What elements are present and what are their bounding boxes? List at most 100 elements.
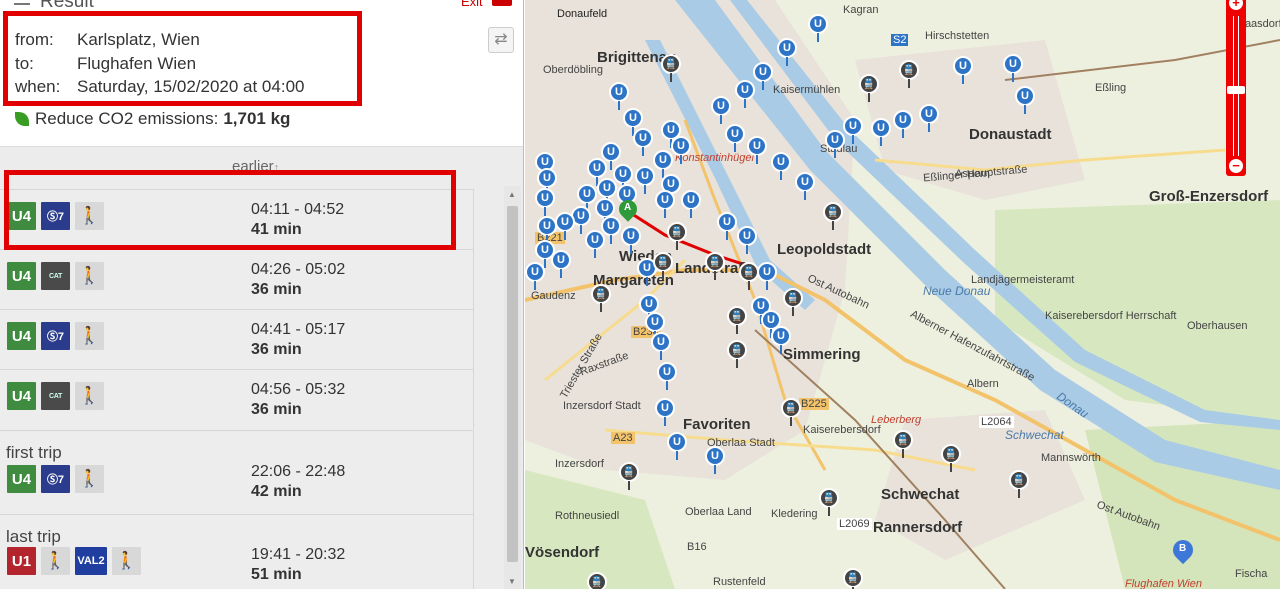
rail-stop-icon[interactable]: 🚆 [893, 430, 913, 458]
ubahn-stop-icon[interactable]: U [609, 82, 629, 110]
rail-stop-icon[interactable]: 🚆 [587, 572, 607, 589]
swap-direction-button[interactable]: ⇄ [488, 27, 514, 53]
ubahn-stop-icon[interactable]: U [555, 212, 575, 240]
zoom-out-button[interactable]: − [1229, 159, 1243, 173]
rail-stop-icon[interactable]: 🚆 [859, 74, 879, 102]
scroll-down-icon[interactable]: ▼ [508, 577, 516, 586]
ubahn-stop-icon[interactable]: U [747, 136, 767, 164]
rail-stop-icon[interactable]: 🚆 [823, 202, 843, 230]
trip-row[interactable]: U4 CAT 🚶 04:56 - 05:32 36 min [0, 369, 474, 429]
ubahn-stop-icon[interactable]: U [657, 362, 677, 390]
trip-duration: 36 min [251, 401, 302, 418]
ubahn-stop-icon[interactable]: U [711, 96, 731, 124]
earlier-button[interactable]: earlier↑ [232, 158, 279, 175]
trip-icons: U4 CAT 🚶 [7, 262, 104, 290]
walk-icon: 🚶 [41, 547, 70, 575]
ubahn-stop-icon[interactable]: U [535, 188, 555, 216]
rail-stop-icon[interactable]: 🚆 [819, 488, 839, 516]
rail-stop-icon[interactable]: 🚆 [727, 306, 747, 334]
trip-row[interactable]: U4 Ⓢ7 🚶 04:41 - 05:17 36 min [0, 309, 474, 369]
trip-icons: U1 🚶 VAL2 🚶 [7, 547, 141, 575]
last-trip-row[interactable]: last trip U1 🚶 VAL2 🚶 19:41 - 20:32 51 m… [0, 514, 474, 589]
walk-icon: 🚶 [75, 382, 104, 410]
map-label: Eßling [1095, 82, 1127, 94]
close-label[interactable]: Exit [461, 0, 483, 9]
ubahn-stop-icon[interactable]: U [771, 152, 791, 180]
ubahn-stop-icon[interactable]: U [705, 446, 725, 474]
scroll-up-icon[interactable]: ▲ [508, 190, 516, 199]
trip-times: 04:26 - 05:02 36 min [251, 260, 345, 300]
ubahn-stop-icon[interactable]: U [771, 326, 791, 354]
rail-stop-icon[interactable]: 🚆 [667, 222, 687, 250]
map-label: Kaiserebersdorf Herrschaft [1045, 310, 1177, 322]
ubahn-stop-icon[interactable]: U [1003, 54, 1023, 82]
map-view[interactable]: Donaufeld Kagran Hirschstetten Raasdorf … [525, 0, 1280, 589]
scrollbar-thumb[interactable] [507, 206, 518, 562]
trip-time: 04:11 - 04:52 [251, 201, 345, 218]
ubahn-stop-icon[interactable]: U [667, 432, 687, 460]
rail-stop-icon[interactable]: 🚆 [619, 462, 639, 490]
rail-stop-icon[interactable]: 🚆 [941, 444, 961, 472]
ubahn-stop-icon[interactable]: U [681, 190, 701, 218]
trip-list: earlier↑ U4 Ⓢ7 🚶 04:11 - 04:52 41 min U4… [0, 146, 523, 589]
highlight-box-query [3, 11, 362, 106]
rail-stop-icon[interactable]: 🚆 [661, 54, 681, 82]
rail-stop-icon[interactable]: 🚆 [705, 252, 725, 280]
ubahn-stop-icon[interactable]: U [725, 124, 745, 152]
origin-marker-icon[interactable]: A [615, 196, 641, 224]
rail-stop-icon[interactable]: 🚆 [783, 288, 803, 316]
ubahn-stop-icon[interactable]: U [671, 136, 691, 164]
rail-stop-icon[interactable]: 🚆 [1009, 470, 1029, 498]
rail-stop-icon[interactable]: 🚆 [591, 284, 611, 312]
ubahn-stop-icon[interactable]: U [717, 212, 737, 240]
co2-value: 1,701 kg [223, 109, 291, 128]
u4-line-icon: U4 [7, 322, 36, 350]
rail-stop-icon[interactable]: 🚆 [899, 60, 919, 88]
trip-time: 04:41 - 05:17 [251, 321, 346, 338]
rail-stop-icon[interactable]: 🚆 [653, 252, 673, 280]
u4-line-icon: U4 [7, 382, 36, 410]
zoom-in-button[interactable]: + [1229, 0, 1243, 10]
trip-row[interactable]: U4 CAT 🚶 04:26 - 05:02 36 min [0, 249, 474, 309]
ubahn-stop-icon[interactable]: U [777, 38, 797, 66]
close-icon[interactable] [492, 0, 512, 6]
destination-marker-icon[interactable]: B [1168, 535, 1198, 566]
ubahn-stop-icon[interactable]: U [825, 130, 845, 158]
ubahn-stop-icon[interactable]: U [633, 128, 653, 156]
s7-line-icon: Ⓢ7 [41, 202, 70, 230]
trip-list-scrollbar[interactable]: ▲ ▼ [504, 186, 521, 589]
ubahn-stop-icon[interactable]: U [551, 250, 571, 278]
ubahn-stop-icon[interactable]: U [893, 110, 913, 138]
ubahn-stop-icon[interactable]: U [1015, 86, 1035, 114]
ubahn-stop-icon[interactable]: U [795, 172, 815, 200]
u4-line-icon: U4 [7, 465, 36, 493]
ubahn-stop-icon[interactable]: U [808, 14, 828, 42]
map-label: Mannswörth [1041, 452, 1101, 464]
zoom-slider[interactable]: + − [1226, 0, 1246, 176]
rail-stop-icon[interactable]: 🚆 [781, 398, 801, 426]
ubahn-stop-icon[interactable]: U [753, 62, 773, 90]
zoom-handle[interactable] [1227, 86, 1245, 94]
ubahn-stop-icon[interactable]: U [919, 104, 939, 132]
rail-stop-icon[interactable]: 🚆 [843, 568, 863, 589]
ubahn-stop-icon[interactable]: U [871, 118, 891, 146]
ubahn-stop-icon[interactable]: U [621, 226, 641, 254]
ubahn-stop-icon[interactable]: U [651, 332, 671, 360]
ubahn-stop-icon[interactable]: U [757, 262, 777, 290]
ubahn-stop-icon[interactable]: U [843, 116, 863, 144]
ubahn-stop-icon[interactable]: U [737, 226, 757, 254]
trip-icons: U4 Ⓢ7 🚶 [7, 202, 104, 230]
ubahn-stop-icon[interactable]: U [635, 166, 655, 194]
rail-stop-icon[interactable]: 🚆 [739, 262, 759, 290]
ubahn-stop-icon[interactable]: U [655, 190, 675, 218]
menu-icon[interactable] [14, 0, 30, 5]
ubahn-stop-icon[interactable]: U [655, 398, 675, 426]
ubahn-stop-icon[interactable]: U [735, 80, 755, 108]
ubahn-stop-icon[interactable]: U [525, 262, 545, 290]
ubahn-stop-icon[interactable]: U [585, 230, 605, 258]
ubahn-stop-icon[interactable]: U [953, 56, 973, 84]
rail-stop-icon[interactable]: 🚆 [727, 340, 747, 368]
trip-time: 04:56 - 05:32 [251, 381, 346, 398]
trip-row[interactable]: U4 Ⓢ7 🚶 04:11 - 04:52 41 min [0, 189, 474, 249]
first-trip-row[interactable]: first trip U4 Ⓢ7 🚶 22:06 - 22:48 42 min [0, 430, 474, 514]
